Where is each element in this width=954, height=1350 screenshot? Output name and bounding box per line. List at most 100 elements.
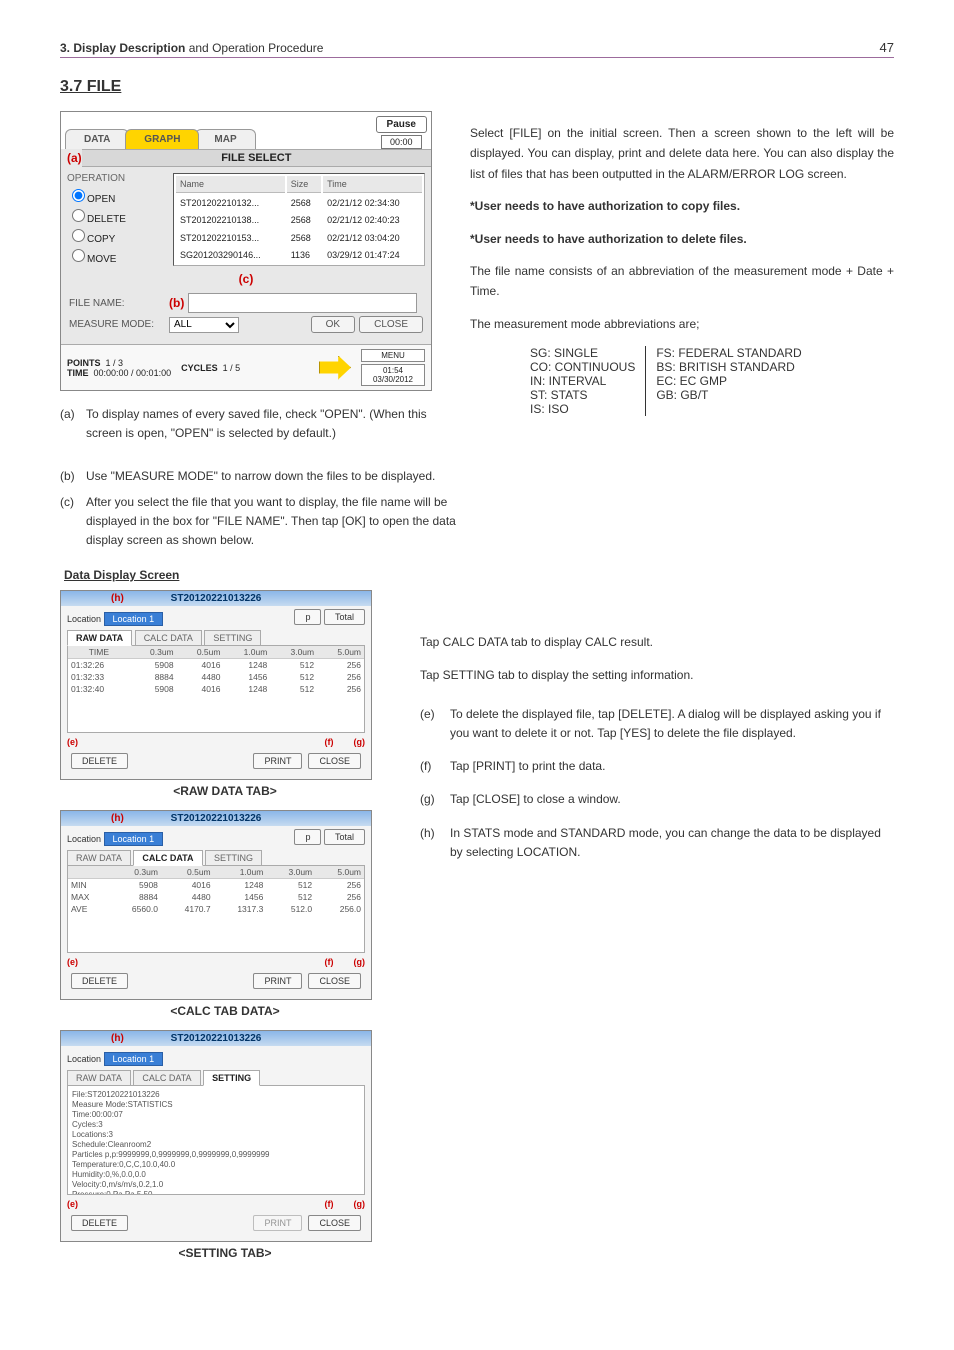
cycles-label: CYCLES: [181, 363, 218, 373]
abbr-table: SG: SINGLE CO: CONTINUOUS IN: INTERVAL S…: [530, 346, 894, 416]
close-button-3[interactable]: CLOSE: [308, 1215, 361, 1231]
label-a: (a): [60, 405, 86, 443]
data-display-heading: Data Display Screen: [64, 568, 894, 582]
delete-button-1[interactable]: DELETE: [71, 753, 128, 769]
intro-paragraph: Select [FILE] on the initial screen. The…: [470, 123, 894, 184]
table-row: ST201202210153...256802/21/12 03:04:20: [176, 230, 422, 246]
tab-calc-1[interactable]: CALC DATA: [135, 630, 202, 645]
setting-list: File:ST20120221013226 Measure Mode:STATI…: [67, 1085, 365, 1195]
label-b: (b): [60, 467, 86, 486]
text-g: Tap [CLOSE] to close a window.: [450, 790, 621, 809]
caption-raw: <RAW DATA TAB>: [60, 784, 390, 798]
setting-tab-intro: Tap SETTING tab to display the setting i…: [420, 665, 894, 685]
marker-f-1: (f): [325, 737, 334, 747]
time-value: 00:00:00 / 00:01:00: [94, 368, 172, 378]
tab-setting-3[interactable]: SETTING: [203, 1070, 260, 1086]
tab-graph[interactable]: GRAPH: [125, 129, 199, 149]
date-value: 03/30/2012: [363, 375, 423, 384]
location-select-2[interactable]: Location 1: [104, 832, 164, 846]
menu-button[interactable]: MENU: [361, 349, 425, 362]
text-f: Tap [PRINT] to print the data.: [450, 757, 605, 776]
abbr-bs: BS: BRITISH STANDARD: [656, 360, 801, 374]
tab-calc-2[interactable]: CALC DATA: [133, 850, 202, 866]
print-button-3: PRINT: [253, 1215, 302, 1231]
marker-f-2: (f): [325, 957, 334, 967]
tab-data[interactable]: DATA: [65, 129, 129, 149]
close-button-1[interactable]: CLOSE: [308, 753, 361, 769]
total-button-2[interactable]: Total: [324, 829, 365, 845]
list-item: AVE6560.04170.71317.3512.0256.0: [68, 903, 364, 915]
marker-e-1: (e): [67, 737, 78, 747]
tab-map[interactable]: MAP: [195, 129, 255, 149]
label-c: (c): [60, 493, 86, 551]
list-item: 01:32:33888444801456512256: [68, 671, 364, 683]
chapter-bold: 3. Display Description: [60, 41, 185, 55]
location-select-3[interactable]: Location 1: [104, 1052, 164, 1066]
marker-c: (c): [239, 272, 254, 286]
tab-calc-3[interactable]: CALC DATA: [133, 1070, 200, 1085]
close-button[interactable]: CLOSE: [359, 316, 423, 333]
table-row: SG201203290146...113603/29/12 01:47:24: [176, 247, 422, 263]
list-item: 01:32:26590840161248512256: [68, 659, 364, 672]
location-select-1[interactable]: Location 1: [104, 612, 164, 626]
time-label: TIME: [67, 368, 89, 378]
close-button-2[interactable]: CLOSE: [308, 973, 361, 989]
location-label-3: Location: [67, 1054, 101, 1064]
location-label-2: Location: [67, 834, 101, 844]
ok-button[interactable]: OK: [311, 316, 355, 333]
tab-setting-1[interactable]: SETTING: [204, 630, 261, 645]
text-c: After you select the file that you want …: [86, 493, 480, 551]
marker-g-3: (g): [354, 1199, 366, 1209]
tab-raw-3[interactable]: RAW DATA: [67, 1070, 131, 1085]
points-value: 1 / 3: [106, 358, 124, 368]
auth-copy-note: *User needs to have authorization to cop…: [470, 196, 894, 216]
location-label-1: Location: [67, 614, 101, 624]
marker-f-3: (f): [325, 1199, 334, 1209]
file-table[interactable]: Name Size Time ST201202210132...256802/2…: [173, 173, 425, 266]
table-row: ST201202210138...256802/21/12 02:40:23: [176, 212, 422, 228]
print-button-2[interactable]: PRINT: [253, 973, 302, 989]
total-button-1[interactable]: Total: [324, 609, 365, 625]
page-header: 3. Display Description and Operation Pro…: [60, 40, 894, 58]
op-move-label: MOVE: [87, 254, 116, 265]
marker-g-1: (g): [354, 737, 366, 747]
label-h: (h): [420, 824, 450, 862]
abbr-fs: FS: FEDERAL STANDARD: [656, 346, 801, 360]
raw-data-table: TIME 0.3um 0.5um 1.0um 3.0um 5.0um 01:32…: [68, 646, 364, 695]
raw-data-screenshot: (h) ST20120221013226 Location Location 1…: [60, 590, 372, 780]
next-arrow-icon[interactable]: [319, 356, 351, 380]
print-button-1[interactable]: PRINT: [253, 753, 302, 769]
tab-setting-2[interactable]: SETTING: [205, 850, 262, 865]
delete-button-2[interactable]: DELETE: [71, 973, 128, 989]
file-name-input[interactable]: [188, 293, 417, 313]
col-time: Time: [323, 176, 422, 193]
label-e: (e): [420, 705, 450, 743]
tab-raw-1[interactable]: RAW DATA: [67, 630, 132, 646]
abbr-gb: GB: GB/T: [656, 388, 801, 402]
clock-value: 01:54: [363, 366, 423, 375]
op-delete-radio[interactable]: [72, 209, 85, 222]
text-e: To delete the displayed file, tap [DELET…: [450, 705, 894, 743]
tab-raw-2[interactable]: RAW DATA: [67, 850, 131, 865]
pause-button[interactable]: Pause: [376, 116, 427, 133]
measure-mode-select[interactable]: ALL: [169, 317, 239, 333]
abbr-co: CO: CONTINUOUS: [530, 360, 635, 374]
abbr-in: IN: INTERVAL: [530, 374, 635, 388]
list-item: 01:32:40590840161248512256: [68, 683, 364, 695]
file-select-title: FILE SELECT: [82, 149, 431, 167]
op-copy-label: COPY: [87, 234, 115, 245]
p-button-2[interactable]: p: [294, 829, 321, 845]
file-name-label: FILE NAME:: [69, 298, 169, 309]
marker-b: (b): [169, 296, 184, 310]
op-delete-label: DELETE: [87, 214, 126, 225]
delete-button-3[interactable]: DELETE: [71, 1215, 128, 1231]
section-title: 3.7 FILE: [60, 78, 894, 96]
op-move-radio[interactable]: [72, 249, 85, 262]
marker-a: (a): [67, 151, 82, 165]
op-copy-radio[interactable]: [72, 229, 85, 242]
table-row: ST201202210132...256802/21/12 02:34:30: [176, 195, 422, 211]
op-open-label: OPEN: [87, 194, 115, 205]
auth-delete-note: *User needs to have authorization to del…: [470, 229, 894, 249]
p-button-1[interactable]: p: [294, 609, 321, 625]
op-open-radio[interactable]: [72, 189, 85, 202]
